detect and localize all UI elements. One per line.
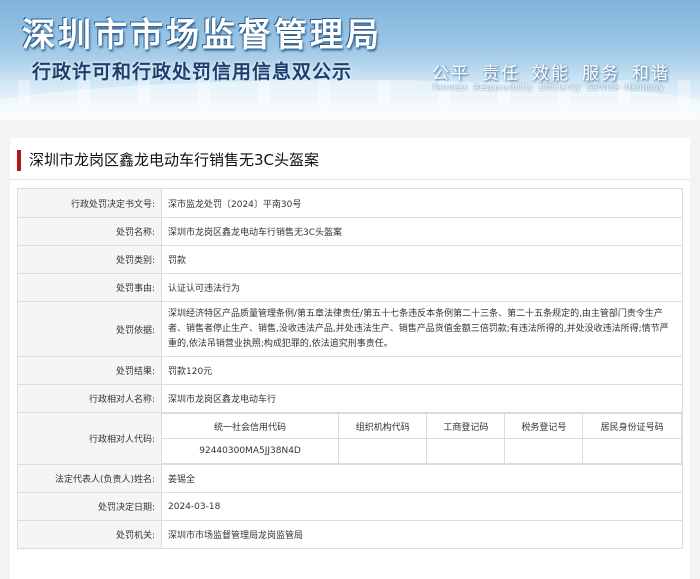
slogan-word: 服务 <box>582 64 620 84</box>
code-value: 92440300MA5JJ38N4D <box>162 438 340 464</box>
code-value <box>582 438 682 464</box>
code-header: 统一社会信用代码 <box>162 413 340 439</box>
code-value <box>426 438 506 464</box>
divider <box>10 179 690 180</box>
field-label: 处罚类别: <box>17 245 162 274</box>
slogan-en-word: Fairness <box>433 83 468 92</box>
code-header: 组织机构代码 <box>338 413 428 439</box>
code-header: 居民身份证号码 <box>582 413 682 439</box>
slogan-word: 和谐 <box>632 64 670 84</box>
slogan-en-word: Efficiency <box>539 83 582 92</box>
field-value: 罚款 <box>161 245 683 274</box>
field-label: 处罚名称: <box>17 217 162 246</box>
table-row: 行政相对人代码: 统一社会信用代码 组织机构代码 工商登记码 税务登记号 居民身… <box>17 412 683 465</box>
field-value: 深圳经济特区产品质量管理条例/第五章法律责任/第五十七条违反本条例第二十三条、第… <box>161 301 683 357</box>
site-subtitle: 行政许可和行政处罚信用信息双公示 <box>32 61 353 83</box>
slogan-word: 效能 <box>532 64 570 84</box>
code-value <box>504 438 584 464</box>
table-row: 处罚名称: 深圳市龙岗区鑫龙电动车行销售无3C头盔案 <box>17 217 683 246</box>
field-label: 处罚事由: <box>17 273 162 302</box>
header-banner: 深圳市市场监督管理局 行政许可和行政处罚信用信息双公示 公平 责任 效能 服务 和谐 F… <box>0 0 700 120</box>
code-header: 税务登记号 <box>504 413 584 439</box>
slogan-en-word: Responsibility <box>473 83 534 92</box>
case-info-table: 行政处罚决定书文号: 深市监龙处罚〔2024〕平南30号 处罚名称: 深圳市龙岗… <box>17 188 683 549</box>
case-title: 深圳市龙岗区鑫龙电动车行销售无3C头盔案 <box>17 150 683 171</box>
field-value: 2024-03-18 <box>161 492 683 521</box>
slogan-en-word: Service <box>587 83 619 92</box>
field-value: 深圳市市场监督管理局龙岗监管局 <box>161 520 683 549</box>
slogan-english: Fairness Responsibility Efficiency Service H… <box>433 83 669 92</box>
table-row: 处罚类别: 罚款 <box>17 245 683 274</box>
table-row: 处罚依据: 深圳经济特区产品质量管理条例/第五章法律责任/第五十七条违反本条例第… <box>17 301 683 357</box>
slogan: 公平 责任 效能 服务 和谐 <box>432 59 682 84</box>
field-label: 处罚决定日期: <box>17 492 162 521</box>
table-row: 处罚机关: 深圳市市场监督管理局龙岗监管局 <box>17 520 683 549</box>
field-label: 行政相对人名称: <box>17 384 162 413</box>
slogan-word: 责任 <box>482 64 520 84</box>
table-row: 行政相对人名称: 深圳市龙岗区鑫龙电动车行 <box>17 384 683 413</box>
field-label: 行政处罚决定书文号: <box>17 188 162 218</box>
field-value: 罚款120元 <box>161 356 683 385</box>
table-row: 处罚结果: 罚款120元 <box>17 356 683 385</box>
field-label: 处罚依据: <box>17 301 162 357</box>
code-subtable: 统一社会信用代码 组织机构代码 工商登记码 税务登记号 居民身份证号码 9244… <box>162 413 682 464</box>
field-value: 深圳市龙岗区鑫龙电动车行销售无3C头盔案 <box>161 217 683 246</box>
slogan-word: 公平 <box>432 64 470 84</box>
code-value <box>338 438 428 464</box>
table-row: 行政处罚决定书文号: 深市监龙处罚〔2024〕平南30号 <box>17 188 683 218</box>
code-cell: 统一社会信用代码 组织机构代码 工商登记码 税务登记号 居民身份证号码 9244… <box>161 412 683 465</box>
field-label: 法定代表人(负责人)姓名: <box>17 464 162 493</box>
field-value: 深市监龙处罚〔2024〕平南30号 <box>161 188 683 218</box>
table-row: 处罚决定日期: 2024-03-18 <box>17 492 683 521</box>
table-row: 法定代表人(负责人)姓名: 姜锡全 <box>17 464 683 493</box>
code-header: 工商登记码 <box>426 413 506 439</box>
field-value: 姜锡全 <box>161 464 683 493</box>
agency-title: 深圳市市场监督管理局 <box>22 15 382 54</box>
field-value: 深圳市龙岗区鑫龙电动车行 <box>161 384 683 413</box>
table-row: 处罚事由: 认证认可违法行为 <box>17 273 683 302</box>
field-label: 行政相对人代码: <box>17 412 162 465</box>
field-label: 处罚机关: <box>17 520 162 549</box>
case-panel: 深圳市龙岗区鑫龙电动车行销售无3C头盔案 行政处罚决定书文号: 深市监龙处罚〔2… <box>10 138 690 579</box>
field-value: 认证认可违法行为 <box>161 273 683 302</box>
slogan-en-word: Harmony <box>624 83 664 92</box>
field-label: 处罚结果: <box>17 356 162 385</box>
